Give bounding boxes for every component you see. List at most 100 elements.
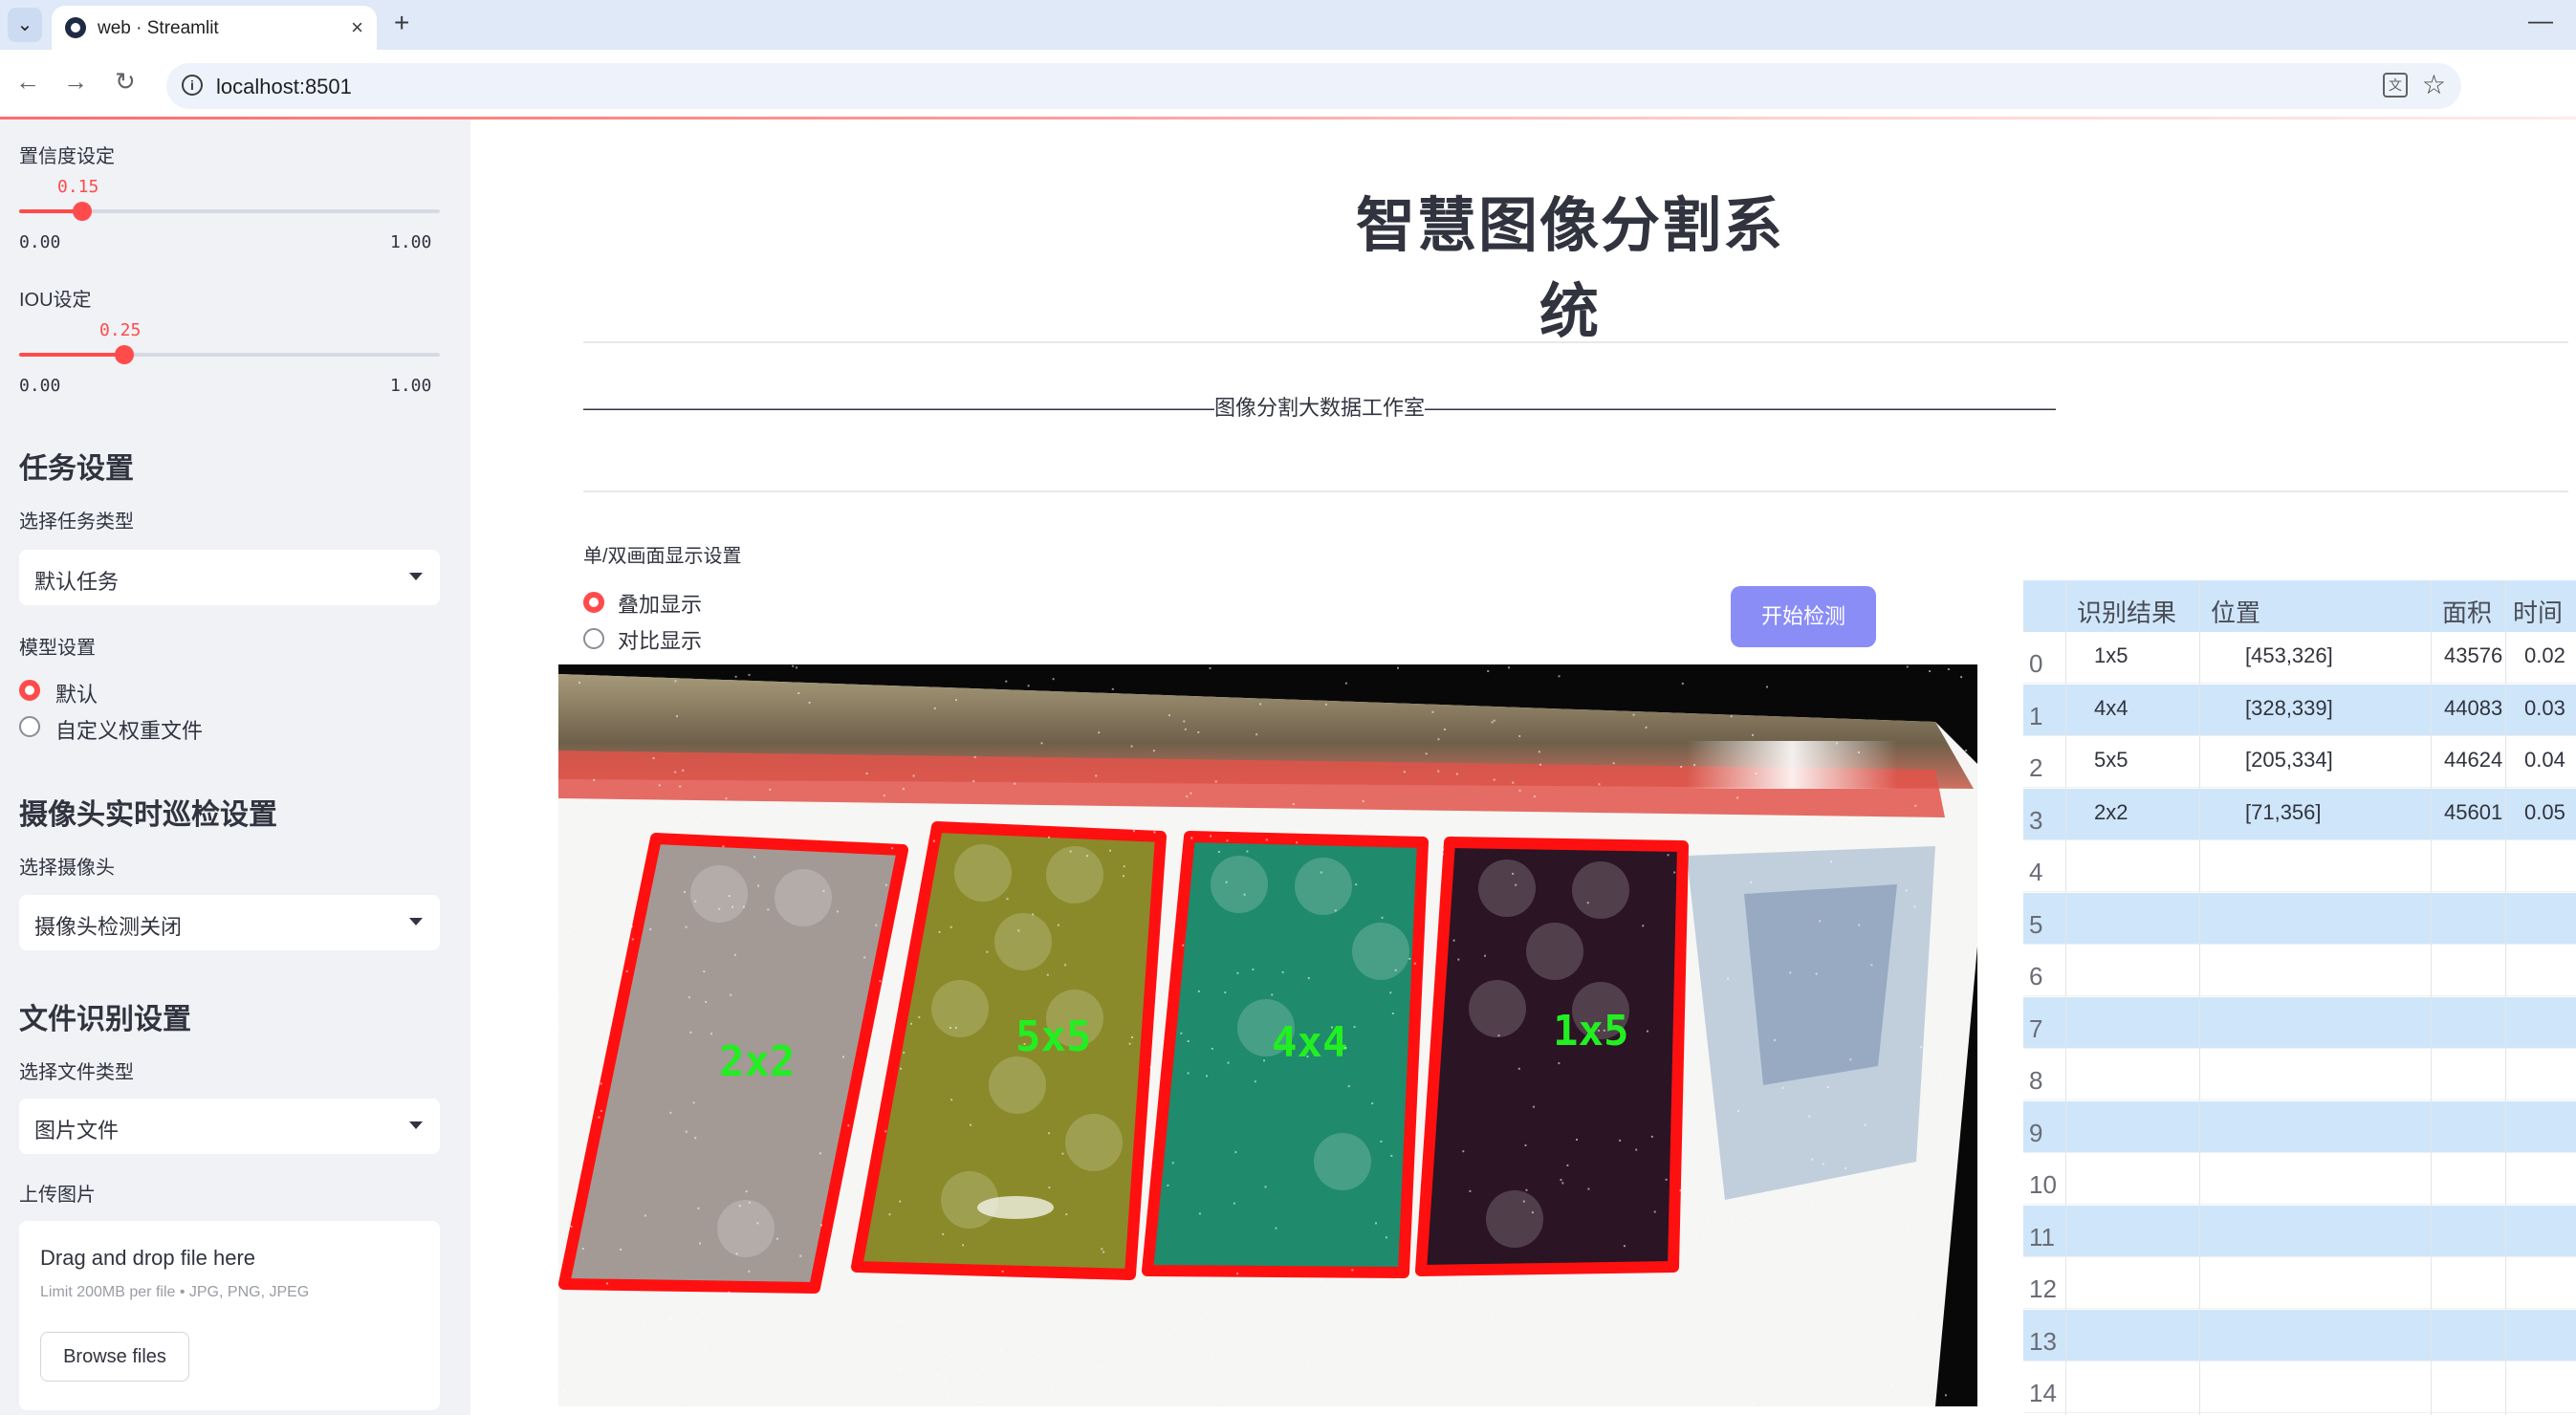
table-row[interactable]: 6 [2023, 945, 2576, 996]
reload-icon[interactable]: ↻ [115, 67, 136, 97]
iou-slider-thumb[interactable] [115, 345, 134, 364]
noise-speck [891, 847, 894, 850]
confidence-slider[interactable] [19, 202, 440, 221]
noise-speck [1469, 1189, 1472, 1192]
noise-speck [950, 1027, 951, 1029]
confidence-max: 1.00 [390, 232, 432, 252]
table-row[interactable]: 10 [2023, 1153, 2576, 1205]
noise-speck [1947, 668, 1950, 670]
address-bar[interactable]: i localhost:8501 文 ☆ [166, 63, 2461, 109]
noise-speck [880, 1083, 883, 1086]
noise-speck [718, 907, 721, 910]
noise-speck [865, 773, 868, 774]
noise-speck [1236, 971, 1239, 974]
site-info-icon[interactable]: i [182, 75, 203, 96]
file-type-value: 图片文件 [34, 1119, 120, 1143]
start-detection-button[interactable]: 开始检测 [1731, 586, 1876, 647]
table-row[interactable]: 7 [2023, 996, 2576, 1049]
camera-select[interactable]: 摄像头检测关闭 [19, 895, 440, 950]
url-text[interactable]: localhost:8501 [216, 75, 352, 99]
noise-speck [1181, 1286, 1184, 1289]
translate-icon[interactable]: 文 [2383, 73, 2408, 98]
noise-speck [1431, 710, 1434, 713]
minimize-window-icon[interactable]: — [2528, 6, 2553, 35]
confidence-slider-thumb[interactable] [73, 202, 92, 221]
table-row[interactable]: 12 [2023, 1257, 2576, 1309]
table-row[interactable]: 0 1x5 [453,326] 43576 0.02 [2023, 632, 2576, 684]
file-dropzone[interactable]: Drag and drop file here Limit 200MB per … [19, 1221, 440, 1410]
table-row[interactable]: 11 [2023, 1205, 2576, 1257]
back-arrow-icon[interactable]: ← [15, 67, 40, 97]
browser-tab[interactable]: web · Streamlit × [52, 6, 377, 50]
task-type-select[interactable]: 默认任务 [19, 550, 440, 605]
noise-speck [938, 930, 941, 933]
noise-speck [742, 905, 745, 908]
compare-label[interactable]: 对比显示 [618, 624, 702, 655]
noise-speck [1095, 774, 1098, 777]
noise-speck [1864, 1123, 1867, 1126]
noise-speck [734, 675, 737, 678]
noise-speck [825, 1379, 828, 1382]
noise-speck [972, 780, 975, 783]
model-custom-radio[interactable] [19, 716, 40, 737]
noise-speck [1197, 990, 1200, 992]
file-type-label: 选择文件类型 [19, 1062, 134, 1083]
table-row[interactable]: 14 [2023, 1361, 2576, 1413]
overlay-label[interactable]: 叠加显示 [618, 588, 702, 619]
bookmark-star-icon[interactable]: ☆ [2422, 69, 2446, 100]
noise-speck [1182, 944, 1185, 947]
new-tab-icon[interactable]: + [394, 8, 409, 38]
noise-speck [1408, 957, 1411, 960]
noise-speck [1403, 771, 1406, 773]
table-row[interactable]: 4 [2023, 840, 2576, 892]
noise-speck [1344, 1047, 1347, 1049]
model-default-radio[interactable] [19, 680, 40, 701]
table-row[interactable]: 13 [2023, 1309, 2576, 1361]
noise-speck [688, 996, 690, 999]
table-row[interactable]: 3 2x2 [71,356] 45601 0.05 [2023, 788, 2576, 840]
table-row[interactable]: 9 [2023, 1100, 2576, 1153]
noise-speck [1515, 883, 1517, 886]
file-type-select[interactable]: 图片文件 [19, 1099, 440, 1154]
detection-label-2x2: 2x2 [719, 1037, 795, 1086]
noise-speck [649, 928, 652, 930]
forward-arrow-icon[interactable]: → [63, 67, 88, 97]
tab-search-chevron-icon[interactable]: ⌄ [8, 8, 42, 42]
compare-radio[interactable] [583, 628, 604, 649]
model-custom-label[interactable]: 自定义权重文件 [55, 714, 203, 745]
table-row[interactable]: 5 [2023, 892, 2576, 945]
column-divider [2199, 580, 2200, 1415]
header-time[interactable]: 时间 [2513, 594, 2563, 629]
noise-speck [643, 1319, 645, 1322]
noise-speck [912, 774, 915, 777]
table-row[interactable]: 1 4x4 [328,339] 44083 0.03 [2023, 684, 2576, 736]
iou-max: 1.00 [390, 376, 432, 396]
noise-speck [875, 924, 878, 926]
close-tab-icon[interactable]: × [351, 15, 363, 40]
noise-speck [1911, 1317, 1914, 1318]
noise-speck [1307, 1363, 1310, 1366]
overlay-radio[interactable] [583, 592, 604, 613]
header-result[interactable]: 识别结果 [2077, 594, 2176, 629]
noise-speck [1762, 1221, 1764, 1224]
table-row[interactable]: 2 5x5 [205,334] 44624 0.04 [2023, 736, 2576, 788]
results-table[interactable]: 识别结果 位置 面积 时间 0 1x5 [453,326] 43576 0.02 1 4x4… [2023, 580, 2576, 1415]
noise-speck [1424, 949, 1427, 952]
header-position[interactable]: 位置 [2211, 594, 2260, 629]
noise-speck [1211, 1047, 1213, 1050]
noise-speck [1810, 1200, 1813, 1203]
noise-speck [1689, 917, 1692, 920]
browse-files-button[interactable]: Browse files [40, 1332, 189, 1382]
iou-slider[interactable] [19, 345, 440, 364]
noise-speck [1752, 733, 1754, 736]
iou-slider-fill [19, 353, 124, 357]
noise-speck [1046, 973, 1049, 976]
table-row[interactable]: 8 [2023, 1049, 2576, 1100]
row-index: 3 [2029, 805, 2043, 835]
row-index: 7 [2029, 1013, 2043, 1043]
header-area[interactable]: 面积 [2442, 594, 2492, 629]
model-default-label[interactable]: 默认 [55, 678, 98, 708]
cell-result: 2x2 [2094, 799, 2128, 824]
noise-speck [1281, 970, 1284, 973]
row-index: 4 [2029, 858, 2043, 886]
